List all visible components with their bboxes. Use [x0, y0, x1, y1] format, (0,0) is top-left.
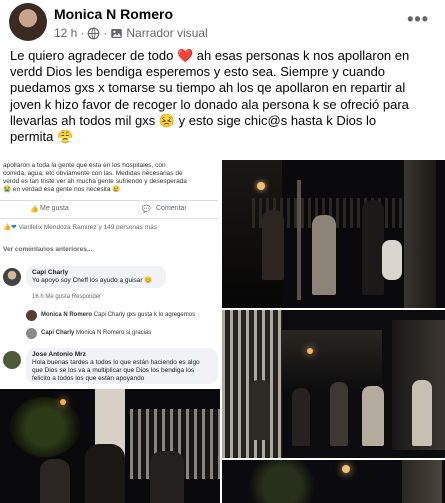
- photo[interactable]: [222, 310, 445, 460]
- like-label: Me gusta: [40, 205, 69, 212]
- post-text-line: permita 😤: [10, 129, 74, 145]
- dot-separator: ·: [103, 26, 108, 40]
- post-text-line: Le quiero agradecer de todo ❤️ ah esas p…: [10, 48, 410, 63]
- avatar: [3, 351, 21, 369]
- reply-author: Monica N Romero: [41, 312, 93, 318]
- screenshot-text-line: apollaron a toda la gente que esta en lo…: [3, 162, 166, 169]
- reaction-icons: 👍❤: [3, 224, 19, 231]
- screenshot-text-line: verdd es tan triste ver ah mucha gente s…: [3, 178, 187, 185]
- avatar: [26, 310, 37, 321]
- comment-icon: 💬: [142, 206, 151, 213]
- reply-line: Capi Charly Monica N Romero si gracias: [41, 330, 151, 336]
- post-text-line: llevarlas ah todos mil gxs 😣 y esto sige…: [10, 112, 377, 128]
- narrator-badge[interactable]: Narrador visual: [126, 26, 207, 40]
- avatar[interactable]: [9, 3, 47, 41]
- post-text-line: joven k hizo favor de recoger lo donado …: [10, 96, 409, 112]
- divider: [0, 218, 218, 219]
- reactions-count: Vanllelix Mendoza Ramirez y 149 personas…: [18, 224, 157, 231]
- comment-actions: 16 h Me gusta Responder: [32, 294, 102, 300]
- image-icon: [111, 28, 123, 38]
- avatar: [26, 328, 37, 339]
- photo[interactable]: [222, 460, 445, 503]
- reactions-text: 👍❤ Vanllelix Mendoza Ramirez y 149 perso…: [3, 224, 157, 232]
- comment-text: Yo apoyo soy Cheff los ayudo a guisar 😊: [32, 277, 153, 284]
- screenshot-text-line: comida, agua, etc obviamente con las. Me…: [3, 170, 183, 177]
- dot-separator: ·: [80, 26, 85, 40]
- comment-text: Hola buenas tardes a todos lo que están …: [32, 359, 200, 382]
- post-text: Le quiero agradecer de todo ❤️ ah esas p…: [10, 48, 438, 145]
- reply-text: Capi Charly gxs gusta k lo agregemos: [93, 312, 196, 318]
- globe-icon: [88, 27, 100, 39]
- comment-bubble: Capi Charly Yo apoyo soy Cheff los ayudo…: [26, 266, 166, 288]
- comment-author: Jose Antonio Mrz: [32, 351, 86, 358]
- divider: [0, 200, 218, 201]
- post-meta: 12 h · · Narrador visual: [54, 26, 208, 40]
- reply-text: Monica N Romero si gracias: [76, 330, 152, 336]
- comment-author: Capi Charly: [32, 269, 69, 276]
- reply-author: Capi Charly: [41, 330, 75, 336]
- post-text-line: puedamos gxs x tomarse su tiempo ah los …: [10, 80, 406, 96]
- photo[interactable]: [0, 389, 222, 503]
- view-more-comments: Ver comentarios anteriores...: [3, 246, 93, 253]
- post-author[interactable]: Monica N Romero: [54, 6, 173, 22]
- comment-label: Comentar: [156, 205, 187, 212]
- like-icon: 👍: [30, 206, 39, 213]
- screenshot-text-line: 😭 en verdad esa gente nos necesita 😢: [3, 186, 121, 193]
- photo-grid: apollaron a toda la gente que esta en lo…: [0, 160, 445, 503]
- post-text-line: verdd Dios les bendiga esperemos y esto …: [10, 64, 386, 80]
- post-time[interactable]: 12 h: [54, 26, 77, 40]
- post-header: Monica N Romero 12 h · · Narrador visual…: [0, 0, 445, 44]
- more-options-icon[interactable]: •••: [407, 9, 429, 30]
- comment-bubble: Jose Antonio Mrz Hola buenas tardes a to…: [26, 348, 218, 384]
- reply-line: Monica N Romero Capi Charly gxs gusta k …: [41, 312, 195, 318]
- screenshot-photo[interactable]: apollaron a toda la gente que esta en lo…: [0, 160, 222, 387]
- avatar: [3, 268, 21, 286]
- photo[interactable]: [222, 160, 445, 310]
